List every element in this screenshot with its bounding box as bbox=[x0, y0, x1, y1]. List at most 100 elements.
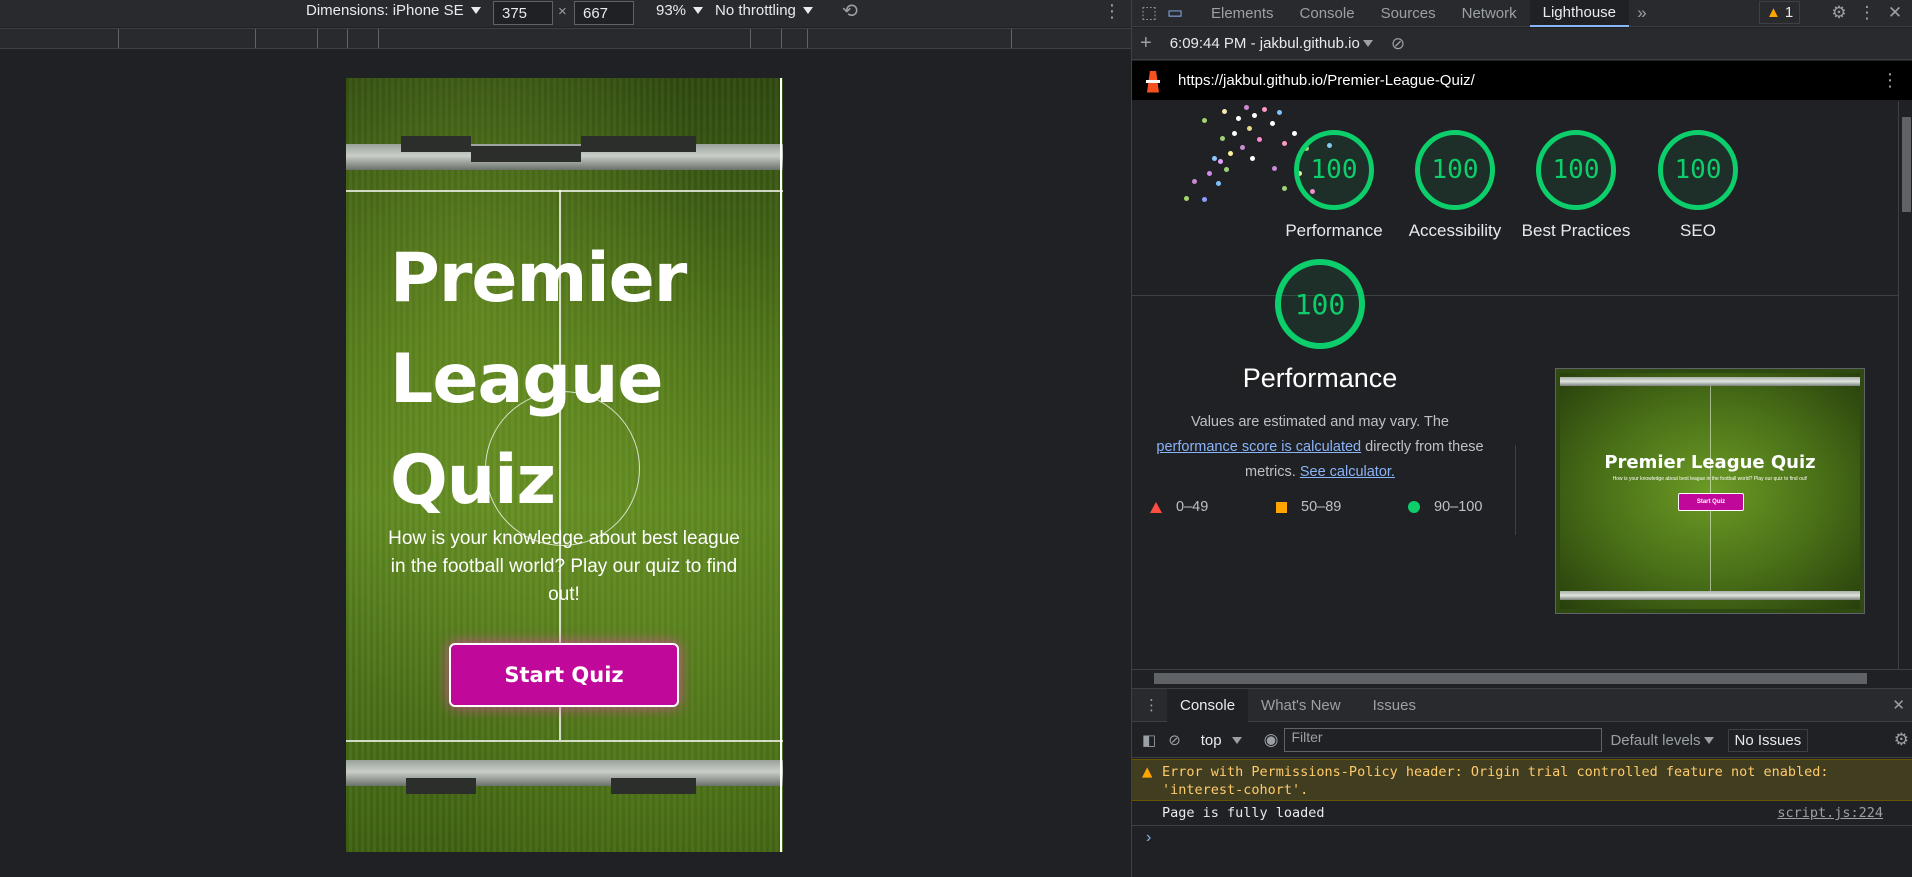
thumbnail-stand bbox=[1560, 377, 1860, 386]
dugout bbox=[581, 136, 696, 152]
dimensions-dropdown[interactable]: Dimensions: iPhone SE bbox=[306, 2, 481, 19]
close-icon[interactable]: ✕ bbox=[1882, 0, 1908, 27]
circle-icon bbox=[1408, 501, 1420, 513]
divider bbox=[1515, 445, 1516, 535]
performance-main-gauge: 100 bbox=[1275, 259, 1365, 349]
more-tabs-icon[interactable]: » bbox=[1629, 0, 1655, 27]
height-input[interactable]: 667 bbox=[574, 1, 634, 25]
drawer-tab-issues[interactable]: Issues bbox=[1360, 692, 1429, 719]
drawer-tab-console[interactable]: Console bbox=[1167, 688, 1249, 722]
thumbnail-button: Start Quiz bbox=[1678, 493, 1744, 511]
console-prompt[interactable]: › bbox=[1146, 829, 1151, 847]
drawer-tab-whats-new[interactable]: What's New bbox=[1248, 692, 1354, 719]
thumbnail-title: Premier League Quiz bbox=[1604, 452, 1816, 473]
throttling-dropdown[interactable]: No throttling bbox=[715, 2, 813, 19]
device-toolbar-icon[interactable]: ▭ bbox=[1162, 0, 1188, 27]
issues-button[interactable]: No Issues bbox=[1727, 728, 1809, 752]
width-input[interactable]: 375 bbox=[493, 1, 553, 25]
chevron-down-icon bbox=[802, 7, 813, 14]
eye-icon[interactable]: ◉ bbox=[1264, 730, 1279, 750]
best-practices-score-gauge[interactable]: 100 bbox=[1536, 130, 1616, 210]
error-text: Error with Permissions-Policy header: Or… bbox=[1162, 764, 1829, 780]
log-source-link[interactable]: script.js:224 bbox=[1777, 805, 1883, 821]
start-quiz-button[interactable]: Start Quiz bbox=[449, 643, 679, 707]
chevron-down-icon bbox=[470, 7, 481, 14]
settings-icon[interactable]: ⚙ bbox=[1894, 730, 1909, 750]
more-options-icon[interactable]: ⋮ bbox=[1103, 1, 1121, 22]
report-selector[interactable]: 6:09:44 PM - jakbul.github.io bbox=[1170, 35, 1373, 52]
score-calculated-link[interactable]: performance score is calculated bbox=[1156, 439, 1361, 455]
warning-count: 1 bbox=[1784, 4, 1794, 21]
plus-icon[interactable]: + bbox=[1140, 32, 1152, 55]
ruler-tick bbox=[807, 29, 808, 48]
rotate-icon[interactable]: ⟲ bbox=[842, 0, 858, 23]
thumbnail-pitch-line bbox=[1710, 386, 1711, 591]
more-options-icon[interactable]: ⋮ bbox=[1854, 0, 1880, 27]
performance-score-label: Performance bbox=[1285, 221, 1383, 240]
scroll-thumb[interactable] bbox=[1154, 673, 1867, 684]
warnings-badge[interactable]: ▲ 1 bbox=[1759, 1, 1801, 24]
error-text: 'interest-cohort'. bbox=[1162, 782, 1309, 798]
tab-sources[interactable]: Sources bbox=[1368, 0, 1449, 27]
context-selector[interactable]: top bbox=[1201, 732, 1242, 749]
report-url[interactable]: https://jakbul.github.io/Premier-League-… bbox=[1178, 72, 1475, 89]
tab-network[interactable]: Network bbox=[1449, 0, 1530, 27]
chevron-down-icon bbox=[1703, 736, 1714, 744]
tab-elements[interactable]: Elements bbox=[1198, 0, 1287, 27]
page-description: How is your knowledge about best league … bbox=[388, 528, 740, 605]
ruler-tick bbox=[1011, 29, 1012, 48]
log-levels-dropdown[interactable]: Default levels bbox=[1610, 732, 1714, 749]
ruler-tick bbox=[378, 29, 379, 48]
warning-icon: ▲ bbox=[1142, 764, 1153, 780]
performance-heading: Performance bbox=[1242, 363, 1398, 393]
legend-pass-label: 90–100 bbox=[1434, 499, 1483, 515]
desc-text: Values are estimated and may vary. The bbox=[1191, 414, 1449, 430]
clear-console-icon[interactable]: ⊘ bbox=[1168, 731, 1181, 749]
accessibility-score-label: Accessibility bbox=[1408, 221, 1502, 240]
legend-pass: 90–100 bbox=[1408, 499, 1482, 515]
divider bbox=[1132, 295, 1898, 296]
legend-fail: 0–49 bbox=[1150, 499, 1208, 515]
pitch-line bbox=[346, 740, 783, 742]
accessibility-score-gauge[interactable]: 100 bbox=[1415, 130, 1495, 210]
zoom-label: 93% bbox=[656, 2, 687, 19]
tab-lighthouse[interactable]: Lighthouse bbox=[1529, 0, 1630, 27]
clear-icon[interactable]: ⊘ bbox=[1391, 34, 1405, 54]
see-calculator-link[interactable]: See calculator. bbox=[1300, 464, 1395, 480]
ruler-tick bbox=[118, 29, 119, 48]
chevron-down-icon bbox=[693, 7, 704, 14]
page-title: Premier League Quiz bbox=[390, 239, 687, 520]
device-toolbar: Dimensions: iPhone SE 375 × 667 93% No t… bbox=[0, 0, 1131, 27]
more-options-icon[interactable]: ⋮ bbox=[1881, 70, 1899, 91]
devtools-panel: ⬚ ▭ Elements Console Sources Network Lig… bbox=[1131, 0, 1912, 877]
filter-input[interactable]: Filter bbox=[1284, 728, 1603, 752]
scroll-thumb[interactable] bbox=[1902, 117, 1911, 212]
report-time: 6:09:44 PM - jakbul.github.io bbox=[1169, 35, 1360, 52]
tab-console[interactable]: Console bbox=[1287, 0, 1368, 27]
viewport-edge bbox=[780, 78, 782, 852]
settings-icon[interactable]: ⚙ bbox=[1826, 0, 1852, 27]
sidebar-toggle-icon[interactable]: ◧ bbox=[1142, 731, 1156, 749]
lighthouse-report: 100 Performance 100 Accessibility 100 Be… bbox=[1132, 101, 1898, 669]
triangle-icon bbox=[1150, 501, 1162, 513]
times-sign: × bbox=[558, 3, 567, 20]
chevron-down-icon bbox=[1362, 40, 1373, 47]
horizontal-scrollbar[interactable] bbox=[1132, 669, 1912, 685]
emulated-device-viewport: Premier League Quiz How is your knowledg… bbox=[346, 78, 783, 852]
media-query-ruler[interactable] bbox=[0, 28, 1131, 49]
seo-score-gauge[interactable]: 100 bbox=[1658, 130, 1738, 210]
more-options-icon[interactable]: ⋮ bbox=[1144, 696, 1159, 714]
zoom-dropdown[interactable]: 93% bbox=[656, 2, 704, 19]
report-url-bar: https://jakbul.github.io/Premier-League-… bbox=[1132, 61, 1912, 100]
legend-fail-label: 0–49 bbox=[1176, 499, 1209, 515]
close-icon[interactable]: ✕ bbox=[1892, 696, 1905, 714]
dugout bbox=[471, 146, 581, 162]
vertical-scrollbar[interactable] bbox=[1898, 101, 1912, 669]
final-screenshot-thumbnail[interactable]: Premier League Quiz How is your knowledg… bbox=[1555, 368, 1865, 614]
console-log-message: Page is fully loaded script.js:224 bbox=[1132, 801, 1912, 826]
inspect-element-icon[interactable]: ⬚ bbox=[1136, 0, 1162, 27]
legend-average-label: 50–89 bbox=[1301, 499, 1342, 515]
performance-score-gauge[interactable]: 100 bbox=[1294, 130, 1374, 210]
ruler-tick bbox=[750, 29, 751, 48]
legend-average: 50–89 bbox=[1276, 499, 1341, 515]
